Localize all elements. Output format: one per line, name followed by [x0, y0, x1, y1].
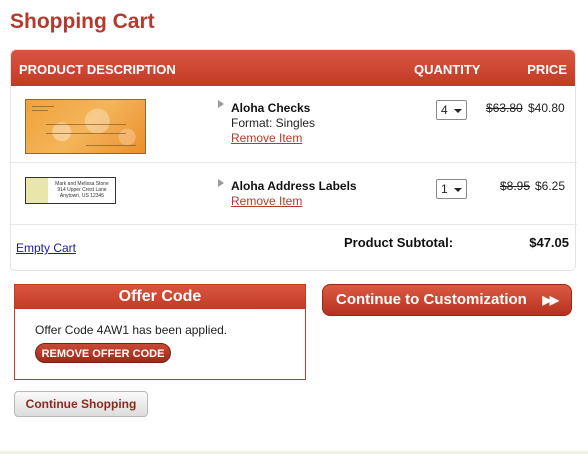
item-name: Aloha Address Labels [231, 179, 357, 193]
triangle-right-icon [218, 100, 224, 108]
offer-code-title: Offer Code [15, 285, 305, 309]
quantity-select[interactable]: 1 [436, 179, 467, 199]
chevron-down-icon [454, 109, 462, 113]
item-format: Format: Singles [231, 116, 316, 130]
continue-shopping-button[interactable]: Continue Shopping [14, 391, 148, 417]
item-name: Aloha Checks [231, 101, 311, 115]
header-price: PRICE [527, 62, 567, 77]
continue-to-customization-label: Continue to Customization [336, 291, 527, 308]
remove-item-link[interactable]: Remove Item [231, 131, 302, 145]
page-title: Shopping Cart [10, 10, 155, 33]
header-product-description: PRODUCT DESCRIPTION [19, 62, 176, 77]
sale-price: $6.25 [535, 179, 566, 193]
sale-price: $40.80 [528, 101, 565, 115]
cart-header: PRODUCT DESCRIPTION QUANTITY PRICE [11, 50, 575, 86]
label-preview-line: Anytown, US 12345 [59, 193, 105, 199]
original-price: $8.95 [500, 179, 531, 193]
remove-offer-code-button[interactable]: REMOVE OFFER CODE [35, 343, 171, 363]
header-quantity: QUANTITY [414, 62, 481, 77]
continue-to-customization-button[interactable]: Continue to Customization ▶▶ [322, 284, 572, 316]
subtotal-label: Product Subtotal: [344, 235, 454, 250]
triangle-right-icon [218, 179, 224, 187]
quantity-select[interactable]: 4 [436, 100, 467, 120]
subtotal-value: $47.05 [529, 235, 569, 250]
quantity-value: 4 [441, 103, 448, 117]
empty-cart-link[interactable]: Empty Cart [16, 241, 76, 255]
offer-status-message: Offer Code 4AW1 has been applied. [35, 323, 228, 337]
checks-thumbnail [25, 99, 146, 154]
original-price: $63.80 [486, 101, 523, 115]
quantity-value: 1 [441, 182, 448, 196]
cart-table: PRODUCT DESCRIPTION QUANTITY PRICE Aloha… [10, 49, 577, 271]
offer-code-panel: Offer Code Offer Code 4AW1 has been appl… [14, 284, 306, 380]
remove-item-link[interactable]: Remove Item [231, 194, 302, 208]
chevron-down-icon [454, 188, 462, 192]
labels-thumbnail: Mark and Melissa Stone 914 Upper Crest L… [25, 177, 116, 204]
double-arrow-right-icon: ▶▶ [542, 293, 560, 307]
cart-item-row: Mark and Melissa Stone 914 Upper Crest L… [11, 163, 577, 225]
cart-item-row: Aloha Checks Format: Singles Remove Item… [11, 86, 577, 163]
